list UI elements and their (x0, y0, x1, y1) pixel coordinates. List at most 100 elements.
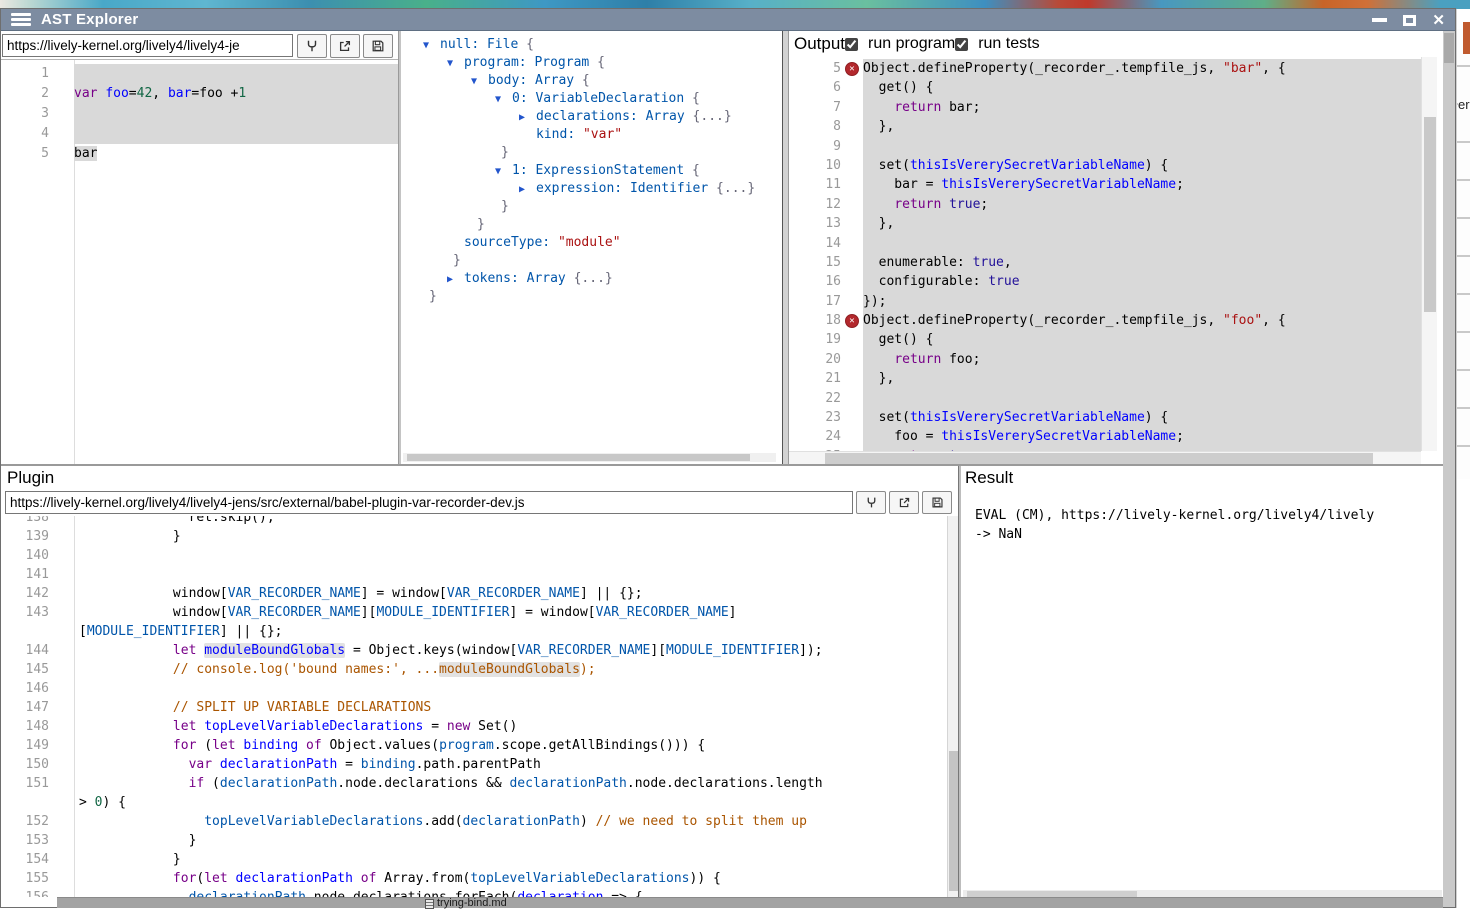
code-line (74, 104, 398, 124)
line-number: 146 (1, 679, 74, 698)
output-horizontal-scrollbar[interactable] (789, 451, 1421, 464)
code-row: 12 return true; (789, 195, 1421, 214)
line-number: 8 (789, 117, 863, 136)
code-line: // SPLIT UP VARIABLE DECLARATIONS (74, 698, 947, 717)
source-url-input[interactable] (2, 34, 293, 57)
ast-tree-row: kind: "var" (401, 126, 782, 144)
collapse-arrow-icon[interactable]: ▼ (495, 91, 512, 109)
collapse-arrow-icon[interactable]: ▼ (447, 55, 464, 73)
code-row: 22 (789, 389, 1421, 408)
collapse-arrow-icon[interactable]: ▼ (495, 163, 512, 181)
line-number: 141 (1, 565, 74, 584)
splitter-ast-output[interactable] (782, 31, 789, 464)
code-row: > 0) { (1, 793, 947, 812)
code-row: 10 set(thisIsVererySecretVariableName) { (789, 156, 1421, 175)
code-line: Object.defineProperty(_recorder_.tempfil… (863, 311, 1421, 330)
run-tests-checkbox[interactable] (955, 38, 968, 51)
run-program-checkbox[interactable] (845, 38, 858, 51)
code-line: let moduleBoundGlobals = Object.keys(win… (74, 641, 947, 660)
code-line: enumerable: true, (863, 253, 1421, 272)
collapse-arrow-icon[interactable]: ▼ (423, 37, 440, 55)
expand-arrow-icon[interactable]: ▶ (447, 271, 464, 289)
collapse-arrow-icon[interactable]: ▼ (471, 73, 488, 91)
code-line: window[VAR_RECORDER_NAME][MODULE_IDENTIF… (74, 603, 947, 622)
source-editor[interactable]: 12var foo=42, bar=foo +1345bar (1, 60, 398, 464)
ast-tree-row: ▼0: VariableDeclaration { (401, 90, 782, 108)
line-number: 140 (1, 546, 74, 565)
code-line: // console.log('bound names:', ...module… (74, 660, 947, 679)
code-row: 18✕Object.defineProperty(_recorder_.temp… (789, 311, 1421, 330)
minimize-button[interactable] (1372, 18, 1387, 22)
plugin-save-button[interactable] (922, 491, 952, 514)
run-tests-label: run tests (978, 35, 1039, 53)
line-number: 19 (789, 330, 863, 349)
code-line: set(thisIsVererySecretVariableName) { (863, 408, 1421, 427)
close-button[interactable]: ✕ (1432, 13, 1445, 28)
code-row: 141 (1, 565, 947, 584)
code-row: 149 for (let binding of Object.values(pr… (1, 736, 947, 755)
ast-horizontal-scrollbar[interactable] (403, 453, 776, 462)
code-line (74, 64, 398, 84)
ast-tree-row: ▼body: Array { (401, 72, 782, 90)
open-external-button[interactable] (330, 34, 360, 58)
code-line (74, 565, 947, 584)
code-line (74, 546, 947, 565)
ast-tree-row: } (401, 252, 782, 270)
plugin-open-external-button[interactable] (889, 491, 919, 514)
title-bar[interactable]: AST Explorer ✕ (1, 9, 1455, 31)
line-number: 12 (789, 195, 863, 214)
plugin-version-control-button[interactable] (856, 491, 886, 514)
output-editor[interactable]: 5✕ Object.defineProperty(_recorder_.tempf… (789, 57, 1421, 451)
expand-arrow-icon[interactable]: ▶ (519, 181, 536, 199)
code-row: 7 return bar; (789, 98, 1421, 117)
line-number: 24 (789, 427, 863, 446)
code-row: 16 configurable: true (789, 272, 1421, 291)
code-line (863, 389, 1421, 408)
line-number: 20 (789, 350, 863, 369)
window-vertical-scrollbar[interactable] (1443, 31, 1455, 907)
menu-icon[interactable] (11, 13, 31, 26)
plugin-url-input[interactable] (5, 491, 853, 514)
background-window-sliver: er (1456, 9, 1470, 908)
code-line: }); (863, 292, 1421, 311)
error-icon[interactable]: ✕ (845, 62, 859, 76)
branch-icon (865, 496, 878, 509)
code-row: 11 bar = thisIsVererySecretVariableName; (789, 175, 1421, 194)
plugin-vertical-scrollbar[interactable] (947, 516, 958, 897)
save-icon (931, 496, 944, 509)
code-row: 17}); (789, 292, 1421, 311)
background-window-tab[interactable]: trying-bind.md (425, 898, 507, 909)
code-line: foo = thisIsVererySecretVariableName; (863, 427, 1421, 446)
code-line: }, (863, 214, 1421, 233)
code-row: 9 (789, 137, 1421, 156)
code-line (74, 124, 398, 144)
error-icon[interactable]: ✕ (845, 314, 859, 328)
code-line: [MODULE_IDENTIFIER] || {}; (74, 622, 947, 641)
code-line: get() { (863, 330, 1421, 349)
ast-explorer-window: AST Explorer ✕ 12var foo=42, bar=foo +13… (0, 8, 1456, 908)
plugin-editor[interactable]: 138 ret.skip();139 }140141142 window[VAR… (1, 516, 947, 897)
ast-tree-pane[interactable]: ▼null: File {▼program: Program {▼body: A… (401, 31, 782, 464)
code-row: 5bar (1, 144, 398, 164)
code-row: 19 get() { (789, 330, 1421, 349)
expand-arrow-icon[interactable]: ▶ (519, 109, 536, 127)
code-line: get() { (863, 78, 1421, 97)
result-line: EVAL (CM), https://lively-kernel.org/liv… (975, 506, 1444, 525)
code-line: bar (74, 144, 398, 164)
result-line: -> NaN (975, 525, 1444, 544)
maximize-button[interactable] (1403, 15, 1416, 26)
output-vertical-scrollbar[interactable] (1421, 57, 1437, 451)
line-number: 23 (789, 408, 863, 427)
external-link-icon (338, 39, 352, 53)
line-number: 21 (789, 369, 863, 388)
version-control-button[interactable] (297, 34, 327, 58)
line-number: 3 (1, 104, 74, 124)
line-number: 153 (1, 831, 74, 850)
save-button[interactable] (363, 34, 393, 58)
code-line: topLevelVariableDeclarations.add(declara… (74, 812, 947, 831)
output-title: Output (794, 34, 845, 54)
output-pane: Output run program run tests 5✕Object.de… (789, 31, 1444, 464)
line-number: 150 (1, 755, 74, 774)
code-row: 140 (1, 546, 947, 565)
line-number: 5✕ (789, 59, 863, 78)
